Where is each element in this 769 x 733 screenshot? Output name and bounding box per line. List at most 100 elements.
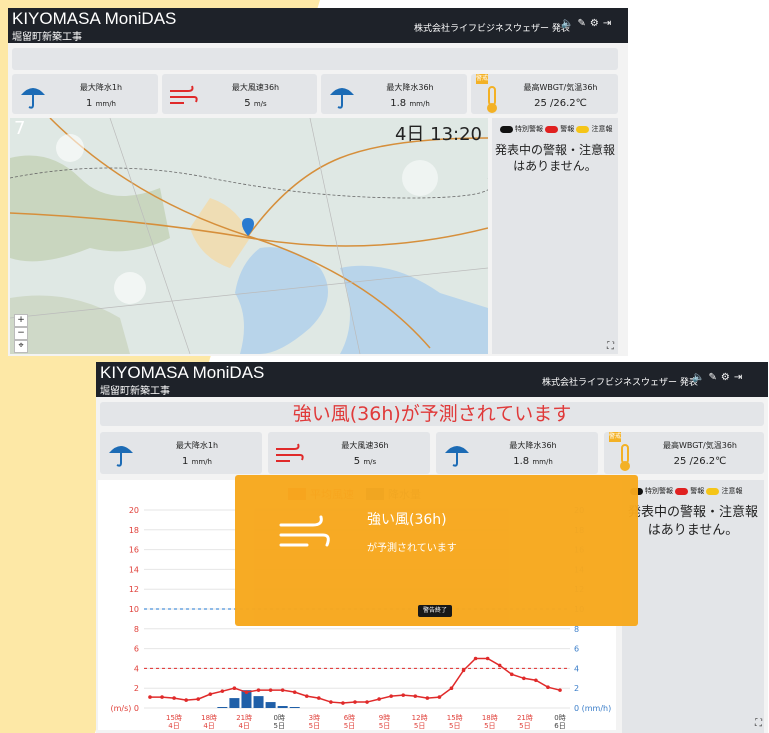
x-tick-time: 21時 [517, 714, 533, 722]
wind-point [558, 688, 562, 692]
site-name: 堀留町新築工事 [12, 32, 82, 43]
rain-bar [289, 707, 300, 708]
wind-point [292, 690, 297, 694]
y-right-tick-label: 2 [574, 684, 579, 693]
x-tick-time: 3時 [309, 714, 320, 722]
legend-warning: 警報 [560, 125, 575, 133]
warning-legend: 特別警報 警報 注意報 [630, 486, 742, 496]
x-tick-time: 6時 [344, 714, 355, 722]
end-alert-button[interactable]: 警告終了 [418, 605, 453, 617]
stat-label: 最大降水36h [386, 83, 434, 92]
pencil-icon[interactable]: ✎ [577, 18, 589, 29]
stat-label: 最大風速36h [341, 441, 389, 450]
rain-bar [229, 698, 240, 708]
expand-icon[interactable]: ⛶ [607, 341, 614, 352]
wind-point [148, 695, 152, 699]
map-frame-number: 7 [14, 118, 26, 139]
volume-icon[interactable]: 🔈 [561, 18, 577, 29]
wind-icon [279, 515, 330, 547]
umbrella-rain-icon [109, 446, 133, 467]
stat-value: 5 m/s [244, 98, 267, 109]
y-left-tick-label: 8 [134, 625, 139, 634]
alert-banner [12, 48, 618, 70]
legend-advisory: 注意報 [591, 125, 613, 133]
warning-panel: 特別警報 警報 注意報 発表中の警報・注意報 はありません。 [622, 480, 764, 733]
stat-value: 1.8 mm/h [513, 456, 553, 467]
wind-point [329, 700, 333, 704]
weather-map[interactable]: 7 4日 13:20 + − ⌖ [10, 118, 488, 354]
stat-value: 25 /26.2℃ [534, 98, 587, 109]
stat-value: 1.8 mm/h [390, 98, 430, 109]
y-left-tick-label: 16 [129, 546, 139, 555]
stat-label: 最大降水1h [79, 83, 123, 92]
stat-value: 1 mm/h [86, 98, 116, 109]
wind-point [546, 685, 550, 690]
y-left-tick-label: 12 [129, 585, 139, 594]
dashboard-screenshot-2: KIYOMASA MoniDAS 堀留町新築工事 株式会社ライフビジネスウェザー… [96, 362, 768, 733]
x-tick-day: 5日 [449, 722, 460, 730]
wind-point [208, 692, 213, 696]
wind-point [497, 663, 502, 668]
legend-warning: 警報 [690, 487, 705, 495]
wind-point [304, 694, 309, 698]
strong-wind-alert-modal: 強い風(36h) が予測されています 警告終了 [235, 475, 638, 626]
stat-card-wbgt: 警戒 最高WBGT/気温36h 25 /26.2℃ [471, 74, 618, 114]
y-left-tick-label: 14 [129, 565, 139, 574]
zoom-out-button[interactable]: − [14, 327, 28, 340]
wind-point [485, 656, 490, 661]
expand-icon[interactable]: ⛶ [755, 718, 762, 729]
app-title[interactable]: KIYOMASA MoniDAS [100, 363, 264, 383]
publisher-label: 株式会社ライフビジネスウェザー 発表 [414, 24, 570, 34]
no-warning-message: 発表中の警報・注意報 はありません。 [627, 505, 758, 538]
map-canvas[interactable] [10, 118, 488, 354]
thermometer-icon [620, 444, 630, 471]
legend-advisory: 注意報 [721, 487, 743, 495]
zoom-in-button[interactable]: + [14, 314, 28, 327]
wind-icon [276, 443, 304, 462]
stat-value: 1 mm/h [182, 456, 212, 467]
wind-point [220, 689, 225, 693]
site-name: 堀留町新築工事 [100, 386, 170, 397]
x-tick-day: 5日 [379, 722, 390, 730]
alert-banner: 強い風(36h)が予測されています [100, 402, 764, 426]
stat-label: 最大降水36h [509, 441, 557, 450]
logout-icon[interactable]: ⇥ [734, 372, 746, 383]
volume-icon[interactable]: 🔈 [692, 372, 708, 383]
wind-point [184, 698, 188, 702]
logout-icon[interactable]: ⇥ [603, 18, 615, 29]
wind-point [232, 686, 237, 690]
wind-point [425, 696, 430, 700]
gear-icon[interactable]: ⚙ [721, 372, 734, 383]
x-tick-time: 0時 [274, 714, 285, 722]
legend-special-warning: 特別警報 [515, 125, 543, 133]
rain-bar [277, 706, 288, 708]
stat-label: 最大風速36h [231, 83, 280, 92]
x-tick-day: 5日 [519, 722, 530, 730]
x-tick-day: 4日 [203, 722, 214, 730]
x-tick-day: 4日 [168, 722, 179, 730]
app-title[interactable]: KIYOMASA MoniDAS [12, 9, 176, 29]
wind-point [449, 686, 454, 690]
x-tick-time: 18時 [201, 714, 217, 722]
wind-icon [170, 85, 198, 104]
wind-point [172, 696, 176, 700]
wind-point [534, 678, 538, 683]
locate-icon[interactable]: ⌖ [14, 340, 28, 353]
wind-point [160, 695, 164, 699]
wind-point [196, 697, 201, 701]
alert-badge: 警戒 [476, 74, 489, 84]
pencil-icon[interactable]: ✎ [708, 372, 720, 383]
x-tick-time: 12時 [412, 714, 428, 722]
y-right-tick-label: 0 (mm/h) [574, 704, 611, 713]
top-navbar: KIYOMASA MoniDAS 堀留町新築工事 株式会社ライフビジネスウェザー… [8, 8, 628, 43]
x-tick-time: 9時 [379, 714, 390, 722]
x-tick-time: 0時 [554, 714, 565, 722]
y-left-tick-label: (m/s) 0 [110, 704, 139, 713]
gear-icon[interactable]: ⚙ [590, 18, 603, 29]
stat-value: 5 m/s [353, 456, 377, 467]
wind-point [509, 672, 514, 677]
y-right-tick-label: 4 [574, 664, 579, 673]
y-left-tick-label: 4 [134, 664, 139, 673]
wind-point [377, 697, 381, 701]
stat-card-wind-36h: 最大風速36h 5 m/s [268, 432, 430, 474]
